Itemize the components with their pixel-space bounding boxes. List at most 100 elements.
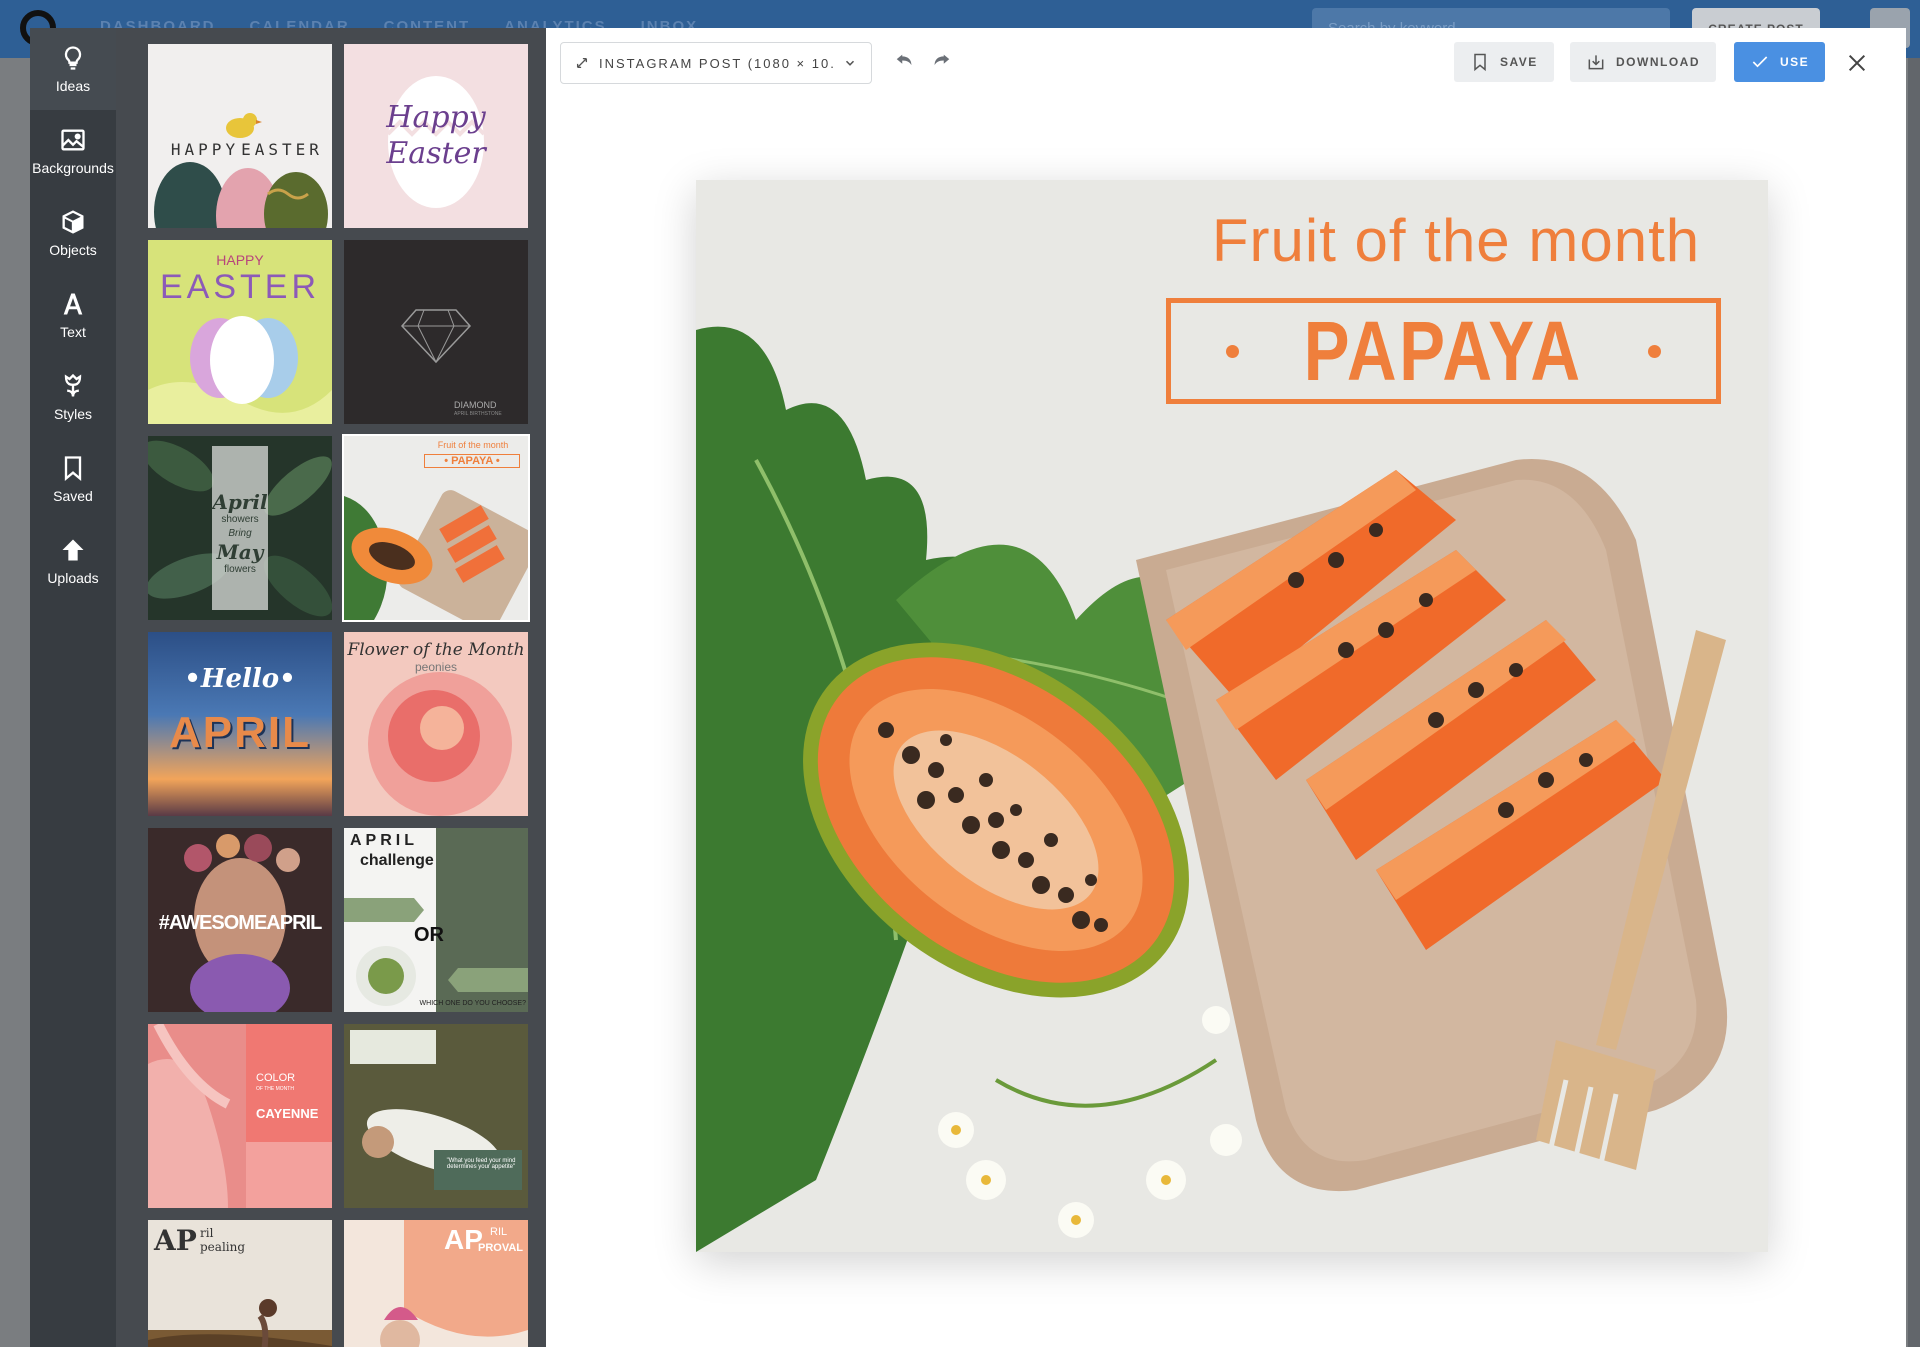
canvas-name-frame[interactable]: PAPAYA — [1166, 298, 1721, 404]
download-button[interactable]: DOWNLOAD — [1570, 42, 1716, 82]
template-thumb-april-challenge[interactable]: APRIL challenge OR WHICH ONE DO YOU CHOO… — [344, 828, 528, 1012]
thumb-text: showers — [221, 514, 259, 525]
thumb-text: April — [212, 490, 268, 514]
canvas-size-dropdown[interactable]: INSTAGRAM POST (1080 × 10... — [560, 42, 872, 84]
thumb-text: "What you feed your mind determines your… — [446, 1158, 516, 1170]
thumb-text: APRIL BIRTHSTONE — [454, 411, 502, 417]
template-thumb-happy-easter[interactable]: HAPPY EASTER — [148, 44, 332, 228]
thumb-text: peonies — [414, 660, 458, 674]
use-label: USE — [1780, 55, 1810, 69]
thumb-text: ril — [200, 1226, 214, 1240]
thumb-text: flowers — [224, 564, 256, 575]
thumb-text: challenge — [360, 852, 434, 869]
thumb-text: PROVAL — [478, 1242, 524, 1254]
resize-arrow-icon — [576, 57, 588, 69]
thumb-text: RIL — [490, 1226, 508, 1238]
thumb-text: Easter — [386, 136, 486, 171]
close-icon — [1848, 54, 1866, 72]
tool-sidebar: Ideas Backgrounds Objects Text Styles Sa… — [30, 28, 116, 1347]
undo-redo-group — [892, 48, 954, 74]
thumb-text: pealing — [200, 1240, 246, 1254]
bullet-dot — [1226, 344, 1240, 358]
template-thumb-happy-easter-script[interactable]: Happy Easter — [344, 44, 528, 228]
download-icon — [1588, 55, 1604, 70]
thumb-text: EASTER — [159, 268, 321, 306]
close-button[interactable] — [1842, 48, 1872, 78]
template-thumb-cayenne[interactable]: COLOR OF THE MONTH CAYENNE — [148, 1024, 332, 1208]
save-button[interactable]: SAVE — [1454, 42, 1554, 82]
thumb-text: Bring — [228, 528, 252, 539]
template-thumb-easter-green[interactable]: HAPPY EASTER — [148, 240, 332, 424]
bookmark-icon — [1474, 53, 1486, 72]
template-panel: HAPPY EASTER Happy Easter HAPPY EASTER D… — [116, 28, 546, 1347]
tool-saved[interactable]: Saved — [30, 438, 116, 520]
design-canvas[interactable]: Fruit of the month PAPAYA — [696, 180, 1768, 1252]
tool-backgrounds[interactable]: Backgrounds — [30, 110, 116, 192]
template-thumb-april-pealing[interactable]: AP ril pealing — [148, 1220, 332, 1347]
tool-uploads[interactable]: Uploads — [30, 520, 116, 602]
thumb-text: EASTER — [241, 140, 323, 159]
tool-label: Objects — [49, 242, 97, 258]
thumb-text: APRIL — [350, 832, 418, 849]
lightbulb-icon — [64, 46, 82, 70]
tool-label: Text — [60, 324, 86, 340]
template-thumb-awesome-april[interactable]: #AWESOMEAPRIL — [148, 828, 332, 1012]
man-reclining-photo — [344, 1024, 528, 1208]
undo-button[interactable] — [892, 48, 918, 74]
tool-label: Saved — [53, 488, 93, 504]
thumb-text: WHICH ONE DO YOU CHOOSE? — [419, 1000, 526, 1007]
background-content — [1908, 58, 1920, 1347]
easter-eggs-illustration — [154, 113, 328, 228]
tool-label: Backgrounds — [32, 160, 114, 176]
redo-button[interactable] — [928, 48, 954, 74]
thumb-text: #AWESOMEAPRIL — [158, 912, 323, 934]
tool-objects[interactable]: Objects — [30, 192, 116, 274]
download-label: DOWNLOAD — [1616, 55, 1700, 69]
template-thumb-papaya[interactable]: Fruit of the month • PAPAYA • — [342, 434, 530, 622]
thumb-text: Fruit of the month — [437, 440, 509, 450]
template-thumb-flower-of-the-month[interactable]: Flower of the Month peonies — [344, 632, 528, 816]
editor-area: INSTAGRAM POST (1080 × 10... SAVE DOWNLO… — [546, 28, 1906, 1347]
diamond-icon — [400, 309, 472, 364]
canvas-fruit-name[interactable]: PAPAYA — [1304, 303, 1583, 400]
thumb-text: COLOR — [256, 1072, 296, 1084]
check-icon — [1752, 56, 1768, 68]
template-thumb-diamond[interactable]: DIAMOND APRIL BIRTHSTONE — [344, 240, 528, 424]
tool-label: Styles — [53, 406, 93, 422]
thumb-text: May — [216, 540, 264, 564]
template-thumb-april-showers[interactable]: April showers Bring May flowers — [148, 436, 332, 620]
chevron-down-icon — [845, 60, 855, 66]
bookmark-icon — [64, 456, 82, 481]
thumb-text: APRIL — [169, 708, 311, 757]
thumb-text: Flower of the Month — [347, 640, 525, 660]
redo-icon — [934, 54, 950, 66]
cube-icon — [62, 210, 84, 234]
template-thumb-appetite[interactable]: "What you feed your mind determines your… — [344, 1024, 528, 1208]
tool-styles[interactable]: Styles — [30, 356, 116, 438]
use-button[interactable]: USE — [1734, 42, 1826, 82]
save-label: SAVE — [1500, 55, 1538, 69]
tulip-icon — [64, 373, 82, 397]
thumb-text: HAPPY — [216, 252, 264, 268]
image-icon — [61, 129, 85, 151]
thumb-text: • PAPAYA • — [424, 454, 520, 468]
template-grid: HAPPY EASTER Happy Easter HAPPY EASTER D… — [148, 44, 530, 1347]
undo-icon — [896, 54, 912, 66]
text-a-icon — [63, 293, 83, 315]
upload-arrow-icon — [62, 539, 84, 561]
tool-ideas[interactable]: Ideas — [30, 28, 116, 110]
thumb-text: DIAMOND — [454, 400, 497, 410]
tool-label: Uploads — [47, 570, 99, 586]
thumb-text: CAYENNE — [256, 1106, 319, 1121]
thumb-text: Happy — [386, 100, 486, 135]
template-editor-modal: Ideas Backgrounds Objects Text Styles Sa… — [30, 28, 1906, 1347]
tool-label: Ideas — [55, 78, 91, 94]
tool-text[interactable]: Text — [30, 274, 116, 356]
template-thumb-april-proval[interactable]: AP RIL PROVAL — [344, 1220, 528, 1347]
thumb-text: •Hello• — [184, 664, 296, 694]
bullet-dot — [1647, 344, 1661, 358]
template-thumb-hello-april[interactable]: •Hello• APRIL — [148, 632, 332, 816]
thumb-text: OF THE MONTH — [256, 1086, 294, 1092]
thumb-text: OR — [414, 924, 444, 946]
canvas-title[interactable]: Fruit of the month — [1196, 206, 1716, 275]
